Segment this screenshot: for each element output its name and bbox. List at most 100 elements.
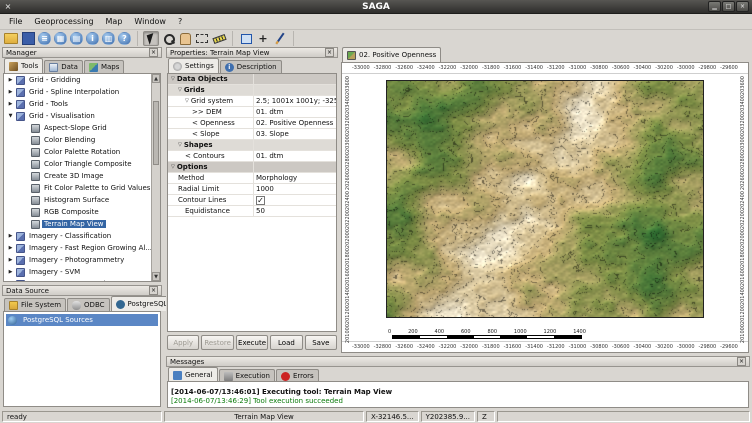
tab-data[interactable]: Data	[44, 60, 83, 73]
menu-geoprocessing[interactable]: Geoprocessing	[28, 16, 99, 27]
save-button[interactable]: Save	[305, 335, 337, 350]
save-icon[interactable]	[20, 31, 36, 46]
measure-tool-icon[interactable]	[211, 31, 227, 46]
property-row-options[interactable]: ▽Options	[168, 162, 336, 173]
collapse-arrow-icon[interactable]: ▽	[171, 164, 175, 170]
tree-item-imagery-svm[interactable]: ▶Imagery - SVM	[4, 266, 160, 278]
tab-02-positive-openness[interactable]: 02. Positive Openness	[342, 47, 441, 62]
scroll-thumb[interactable]	[153, 101, 159, 165]
collapse-arrow-icon[interactable]: ▽	[178, 142, 182, 148]
help-icon[interactable]: ?	[118, 32, 131, 45]
expand-arrow-icon[interactable]: ▶	[7, 77, 14, 83]
tree-item-aspect-slope-grid[interactable]: Aspect-Slope Grid	[4, 122, 160, 134]
tree-item-imagery-fast-region-growing-al[interactable]: ▶Imagery - Fast Region Growing Al...	[4, 242, 160, 254]
property-row-shapes[interactable]: ▽Shapes	[168, 140, 336, 151]
collapse-arrow-icon[interactable]: ▼	[7, 113, 14, 119]
pointer-tool-icon[interactable]	[143, 31, 159, 46]
property-row-openness[interactable]: < Openness02. Positive Openness	[168, 118, 336, 129]
restore-button[interactable]: Restore	[201, 335, 233, 350]
expand-arrow-icon[interactable]: ▶	[7, 101, 14, 107]
expand-arrow-icon[interactable]: ▶	[7, 281, 14, 282]
expand-arrow-icon[interactable]: ▶	[7, 89, 14, 95]
property-row-data-objects[interactable]: ▽Data Objects	[168, 74, 336, 85]
close-icon[interactable]: ×	[737, 357, 746, 366]
crosshair-tool-icon[interactable]: +	[255, 31, 271, 46]
terrain-map-image[interactable]	[386, 80, 704, 318]
close-icon[interactable]: ×	[325, 48, 334, 57]
load-button[interactable]: Load	[270, 335, 302, 350]
data-manager-icon[interactable]: ▦	[54, 32, 67, 45]
property-value[interactable]: 01. dtm	[256, 108, 283, 116]
maps-manager-icon[interactable]: ▤	[70, 32, 83, 45]
tab-maps[interactable]: Maps	[84, 60, 124, 73]
close-button[interactable]: ×	[736, 1, 749, 12]
tab-settings[interactable]: Settings	[168, 58, 219, 73]
maximize-button[interactable]: □	[722, 1, 735, 12]
tree-item-create-3d-image[interactable]: Create 3D Image	[4, 170, 160, 182]
expand-arrow-icon[interactable]: ▶	[7, 233, 14, 239]
tree-item-imagery-classification[interactable]: ▶Imagery - Classification	[4, 230, 160, 242]
tree-item-color-palette-rotation[interactable]: Color Palette Rotation	[4, 146, 160, 158]
open-file-icon[interactable]	[3, 31, 19, 46]
tab-file-system[interactable]: File System	[4, 298, 66, 311]
property-row-grids[interactable]: ▽Grids	[168, 85, 336, 96]
property-row-dem[interactable]: >> DEM01. dtm	[168, 107, 336, 118]
pan-tool-icon[interactable]	[177, 31, 193, 46]
property-value[interactable]: 03. Slope	[256, 130, 289, 138]
tree-scrollbar[interactable]: ▲ ▼	[151, 74, 160, 281]
collapse-arrow-icon[interactable]: ▽	[178, 87, 182, 93]
expand-arrow-icon[interactable]: ▶	[7, 245, 14, 251]
menu-file[interactable]: File	[3, 16, 28, 27]
tree-item-grid-visualisation[interactable]: ▼Grid - Visualisation	[4, 110, 160, 122]
property-row-equidistance[interactable]: Equidistance50	[168, 206, 336, 217]
tree-item-grid-spline-interpolation[interactable]: ▶Grid - Spline Interpolation	[4, 86, 160, 98]
messages-window-icon[interactable]: ▥	[102, 32, 115, 45]
menu-[interactable]: ?	[172, 16, 188, 27]
property-value[interactable]: 50	[256, 207, 265, 215]
collapse-arrow-icon[interactable]: ▽	[171, 76, 175, 82]
tree-item-color-blending[interactable]: Color Blending	[4, 134, 160, 146]
pen-tool-icon[interactable]	[272, 31, 288, 46]
messages-log[interactable]: [2014-06-07/13:46:01] Executing tool: Te…	[167, 381, 749, 408]
tree-item-rgb-composite[interactable]: RGB Composite	[4, 206, 160, 218]
tree-item-fit-color-palette-to-grid-values[interactable]: Fit Color Palette to Grid Values	[4, 182, 160, 194]
tree-item-grid-tools[interactable]: ▶Grid - Tools	[4, 98, 160, 110]
minimize-button[interactable]: ▁	[708, 1, 721, 12]
scroll-up-icon[interactable]: ▲	[152, 74, 160, 83]
data-source-item-postgresql-sources[interactable]: PostgreSQL Sources	[6, 314, 158, 326]
tree-item-terrain-map-view[interactable]: Terrain Map View	[4, 218, 160, 230]
window-menu-icon[interactable]: ×	[3, 2, 13, 12]
tab-odbc[interactable]: ODBC	[67, 298, 109, 311]
menu-window[interactable]: Window	[128, 16, 172, 27]
apply-button[interactable]: Apply	[167, 335, 199, 350]
expand-arrow-icon[interactable]: ▶	[7, 257, 14, 263]
zoom-tool-icon[interactable]	[160, 31, 176, 46]
property-row-contours[interactable]: < Contours01. dtm	[168, 151, 336, 162]
workspace-manager-icon[interactable]: ≡	[38, 32, 51, 45]
menu-map[interactable]: Map	[100, 16, 129, 27]
property-row-radial-limit[interactable]: Radial Limit1000	[168, 184, 336, 195]
tab-postgresql[interactable]: PostgreSQL	[111, 296, 173, 311]
property-value[interactable]: Morphology	[256, 174, 297, 182]
tree-item-imagery-segmentation[interactable]: ▶Imagery - Segmentation	[4, 278, 160, 282]
close-icon[interactable]: ×	[149, 48, 158, 57]
tree-item-histogram-surface[interactable]: Histogram Surface	[4, 194, 160, 206]
collapse-arrow-icon[interactable]: ▽	[185, 98, 189, 104]
expand-arrow-icon[interactable]: ▶	[7, 269, 14, 275]
zoom-extent-icon[interactable]	[238, 31, 254, 46]
property-row-grid-system[interactable]: ▽Grid system2.5; 1001x 1001y; -32500...	[168, 96, 336, 107]
tree-item-color-triangle-composite[interactable]: Color Triangle Composite	[4, 158, 160, 170]
property-value[interactable]: 01. dtm	[256, 152, 283, 160]
property-value[interactable]: 02. Positive Openness	[256, 119, 333, 127]
tree-item-grid-gridding[interactable]: ▶Grid - Gridding	[4, 74, 160, 86]
property-row-method[interactable]: MethodMorphology	[168, 173, 336, 184]
tab-description[interactable]: Description	[220, 60, 282, 73]
contour-lines-checkbox[interactable]: ✓	[256, 196, 265, 205]
property-value[interactable]: 1000	[256, 185, 274, 193]
scroll-track[interactable]	[152, 83, 160, 272]
select-tool-icon[interactable]	[194, 31, 210, 46]
close-icon[interactable]: ×	[149, 286, 158, 295]
tree-item-imagery-photogrammetry[interactable]: ▶Imagery - Photogrammetry	[4, 254, 160, 266]
tab-tools[interactable]: Tools	[4, 58, 43, 73]
properties-window-icon[interactable]: i	[86, 32, 99, 45]
